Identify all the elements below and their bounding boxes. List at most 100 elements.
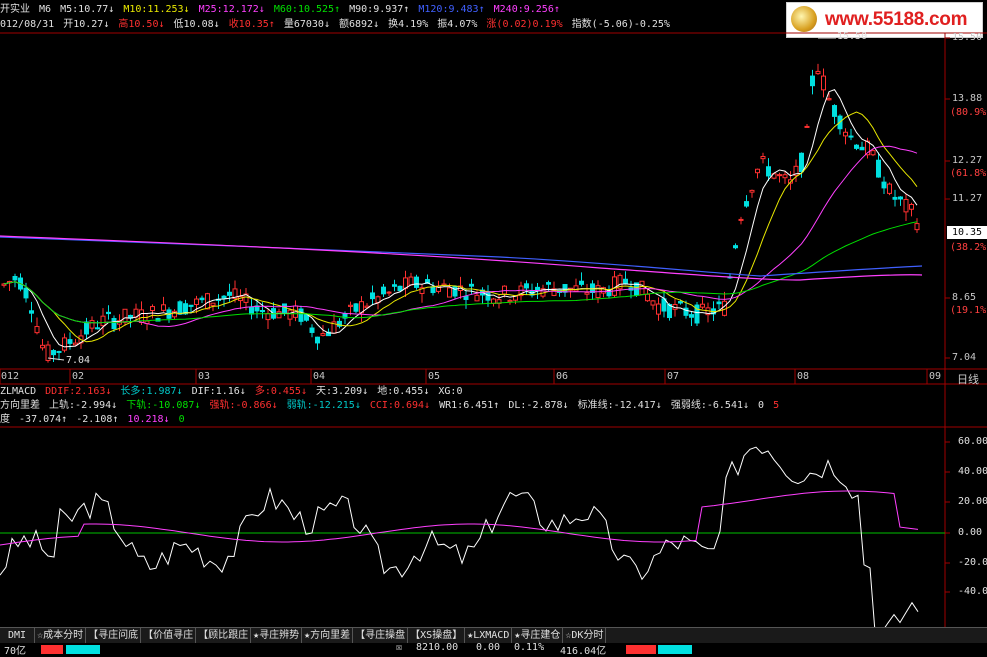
candle-body (276, 311, 282, 319)
candle-body (700, 303, 705, 308)
tab-xs[interactable]: 【XS操盘】 (408, 628, 466, 643)
candle-body (579, 280, 584, 285)
status-up-bar (626, 645, 656, 654)
zlmacd-duo: 多:0.455↓ (254, 386, 307, 397)
osc-tick: 20.00 (958, 496, 987, 507)
period-label[interactable]: 日线 (957, 371, 979, 387)
tab-gubi[interactable]: 【顾比跟庄 (196, 628, 252, 643)
candle-body (716, 301, 722, 305)
candle-body (870, 150, 876, 156)
degree-v4: 0 (178, 414, 185, 425)
zlmacd-ddif: DDIF:2.163↓ (45, 386, 112, 397)
candle-body (100, 315, 106, 327)
candle-body (177, 301, 183, 315)
candle-body (210, 302, 216, 306)
candle-body (62, 337, 67, 351)
candle-body (485, 291, 491, 301)
direction-lower: 下轨:-10.087↓ (126, 400, 201, 411)
candle-body (463, 295, 469, 300)
candle-body (843, 131, 848, 137)
tab-build[interactable]: ★寻庄建仓 (512, 628, 564, 643)
tab-cost-timeshare[interactable]: ☆成本分时 (35, 628, 87, 643)
candle-body (408, 276, 414, 286)
candle-body (881, 181, 887, 189)
candle-body (84, 321, 89, 335)
candle-body (249, 306, 254, 315)
ma60-line (3, 221, 918, 324)
candle-body (287, 309, 293, 320)
price-tick: 15.50 (952, 32, 983, 43)
candle-body (403, 277, 408, 289)
candle-body (573, 285, 579, 292)
candle-body (298, 308, 304, 322)
candle-body (73, 342, 78, 346)
candle-body (414, 276, 419, 288)
candle-body (744, 201, 749, 207)
tab-lxmacd[interactable]: ★LXMACD (465, 628, 513, 643)
candle-body (584, 292, 590, 295)
direction-standard: 标准线:-12.417↓ (577, 400, 662, 411)
candle-body (221, 295, 227, 299)
candle-body (386, 291, 392, 294)
date-label: 03 (198, 371, 211, 382)
zlmacd-header: ZLMACD DDIF:2.163↓ 长多:1.987↓ DIF:1.16↓ 多… (0, 385, 465, 399)
tab-operate[interactable]: 【寻庄操盘 (353, 628, 409, 643)
candle-body (205, 293, 210, 310)
candle-body (689, 314, 694, 318)
tab-dk[interactable]: ☆DK分时 (563, 628, 607, 643)
candle-body (67, 339, 73, 344)
direction-wr1: WR1:6.451↑ (439, 400, 500, 411)
tab-trend[interactable]: ★寻庄辨势 (251, 628, 303, 643)
price-pct-tick: (61.8%) (950, 168, 987, 179)
zlmacd-xg: XG:0 (438, 386, 463, 397)
candle-body (859, 146, 865, 151)
candle-body (150, 306, 155, 312)
candle-body (188, 304, 194, 307)
candle-body (909, 203, 914, 210)
up-indicator-bar (41, 645, 63, 654)
candle-body (639, 280, 645, 296)
tab-find-bottom[interactable]: 【寻庄问底 (86, 628, 142, 643)
status-down-bar (658, 645, 692, 654)
direction-five: 5 (773, 400, 780, 411)
candle-body (199, 297, 205, 301)
osc-tick: 0.00 (958, 527, 983, 538)
kline-chart[interactable] (0, 0, 987, 654)
candle-body (397, 285, 403, 292)
candle-body (760, 156, 766, 160)
candle-body (749, 189, 755, 193)
candle-body (562, 284, 568, 293)
candle-body (733, 245, 738, 249)
candle-body (348, 304, 353, 307)
candle-body (678, 301, 683, 304)
candle-body (546, 282, 551, 285)
price-tick: 8.65 (952, 292, 977, 303)
candle-body (309, 327, 315, 333)
direction-dl: DL:-2.878↓ (508, 400, 569, 411)
candle-body (34, 326, 40, 334)
candle-body (320, 333, 326, 336)
candle-body (887, 183, 892, 194)
candle-body (227, 291, 232, 296)
degree-v3: 10.218↓ (127, 414, 170, 425)
candle-body (95, 327, 100, 330)
status-index: 8210.00 (416, 642, 459, 653)
tab-dmi[interactable]: DMI (0, 628, 36, 643)
low-annotation: 7.04 (66, 355, 91, 366)
date-label: 02 (72, 371, 85, 382)
candle-body (23, 287, 29, 299)
candle-body (810, 75, 815, 87)
tab-value[interactable]: 【价值寻庄 (141, 628, 197, 643)
date-label: 08 (797, 371, 810, 382)
candle-body (914, 223, 920, 231)
current-price-badge: 10.35 (947, 226, 987, 239)
candle-body (650, 300, 656, 306)
tab-direction[interactable]: ★方向里差 (302, 628, 354, 643)
candle-body (447, 287, 452, 298)
candle-body (161, 304, 166, 311)
candle-body (381, 286, 386, 295)
zlmacd-di: 地:0.455↓ (377, 386, 430, 397)
direction-cci: CCI:0.694↓ (369, 400, 431, 411)
price-tick: 12.27 (952, 155, 983, 166)
date-label: 09 (929, 371, 942, 382)
